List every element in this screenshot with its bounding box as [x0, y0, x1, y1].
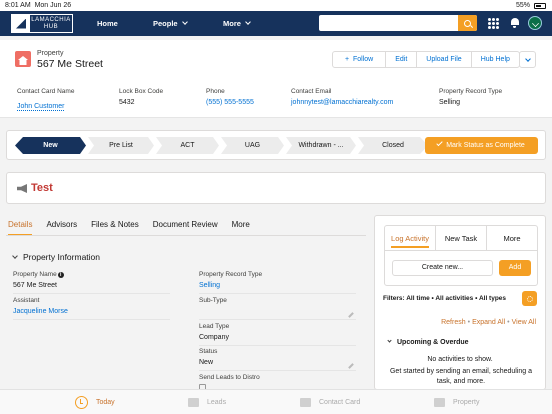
- add-button[interactable]: Add: [499, 260, 531, 276]
- record-actions: + Follow Edit Upload File Hub Help: [332, 51, 520, 68]
- view-all-link[interactable]: View All: [512, 319, 536, 326]
- activity-filters: Filters: All time • All activities • All…: [383, 295, 507, 302]
- edit-button[interactable]: Edit: [386, 52, 418, 67]
- chevron-down-icon: [12, 253, 18, 259]
- search-icon: [464, 19, 471, 27]
- ios-status-bar: 8:01 AM Mon Jun 26 55%: [0, 0, 552, 11]
- activity-tabs: Log Activity New Task More: [385, 226, 537, 251]
- avatar[interactable]: [528, 16, 542, 30]
- path-stage-pre-list[interactable]: Pre List: [88, 137, 154, 154]
- tab-log-activity[interactable]: Log Activity: [385, 226, 436, 250]
- status-time: 8:01 AM Mon Jun 26: [5, 2, 72, 9]
- follow-button[interactable]: + Follow: [333, 52, 387, 67]
- path-stages: New Pre List ACT UAG Withdrawn - ... Clo…: [15, 137, 430, 154]
- announcement-card: Test: [6, 172, 546, 204]
- gear-icon: [526, 295, 533, 302]
- email-link[interactable]: johnnytest@lamacchiarealty.com: [291, 99, 393, 106]
- path-stage-uag[interactable]: UAG: [221, 137, 284, 154]
- status-right: 55%: [516, 0, 546, 11]
- detail-property-name: Property Name i 567 Me Street: [13, 271, 170, 294]
- path-stage-closed[interactable]: Closed: [358, 137, 428, 154]
- tabs-divider: [6, 235, 366, 236]
- contact-card-icon: [300, 398, 311, 407]
- record-object-label: Property: [37, 50, 64, 57]
- chevron-down-icon: [181, 19, 188, 25]
- top-navbar: LAMACCHIA HUB Home People More: [0, 11, 552, 36]
- nav-item-home[interactable]: Home: [97, 11, 118, 36]
- pencil-icon[interactable]: [348, 363, 354, 369]
- checkmark-icon: [436, 139, 443, 147]
- empty-state-title: No activities to show.: [427, 356, 493, 363]
- announcement-title: Test: [31, 182, 53, 194]
- battery-percent: 55%: [515, 2, 530, 9]
- upload-file-button[interactable]: Upload File: [417, 52, 472, 67]
- tab-more[interactable]: More: [232, 220, 250, 236]
- field-contact-email: Contact Email johnnytest@lamacchiarealty…: [291, 88, 394, 106]
- app-launcher-icon[interactable]: [488, 18, 499, 29]
- path-stage-act[interactable]: ACT: [156, 137, 219, 154]
- bottom-nav-contact-card[interactable]: Contact Card: [300, 390, 360, 414]
- leads-icon: [188, 398, 199, 407]
- nav-item-more[interactable]: More: [223, 11, 251, 36]
- field-property-record-type: Property Record Type Selling: [439, 88, 503, 106]
- phone-link[interactable]: (555) 555-5555: [206, 99, 254, 106]
- record-tabs: Details Advisors Files & Notes Document …: [8, 220, 264, 236]
- bottom-nav-leads[interactable]: Leads: [188, 390, 226, 414]
- empty-state-body: Get started by sending an email, schedul…: [389, 368, 533, 385]
- clock-icon: [75, 396, 88, 409]
- tab-advisors[interactable]: Advisors: [46, 220, 77, 236]
- section-property-information[interactable]: Property Information: [12, 252, 100, 262]
- bottom-nav-property[interactable]: Property: [434, 390, 479, 414]
- tab-new-task[interactable]: New Task: [436, 226, 487, 250]
- detail-lead-type: Lead Type Company: [199, 323, 356, 346]
- detail-assistant: Assistant Jacqueline Morse: [13, 297, 170, 320]
- path-stage-new[interactable]: New: [15, 137, 86, 154]
- path-stage-withdrawn[interactable]: Withdrawn - ...: [286, 137, 356, 154]
- upcoming-overdue-header[interactable]: Upcoming & Overdue: [387, 338, 469, 346]
- activity-panel: Log Activity New Task More Create new...…: [374, 215, 546, 390]
- record-title: 567 Me Street: [37, 58, 103, 70]
- property-icon: [434, 398, 445, 407]
- detail-property-record-type: Property Record Type Selling: [199, 271, 356, 294]
- search-input[interactable]: [319, 15, 477, 31]
- info-icon[interactable]: i: [57, 272, 64, 278]
- tab-files-notes[interactable]: Files & Notes: [91, 220, 139, 236]
- logo-text: LAMACCHIA HUB: [31, 16, 71, 30]
- property-icon: [15, 51, 31, 67]
- refresh-link[interactable]: Refresh: [441, 319, 466, 326]
- chevron-down-icon: [245, 19, 251, 25]
- field-lock-box-code: Lock Box Code 5432: [119, 88, 164, 106]
- tab-document-review[interactable]: Document Review: [153, 220, 218, 236]
- create-new-input[interactable]: Create new...: [392, 260, 493, 276]
- activity-links: Refresh • Expand All • View All: [441, 319, 536, 326]
- megaphone-icon: [17, 184, 29, 194]
- detail-sub-type: Sub-Type: [199, 297, 356, 320]
- expand-all-link[interactable]: Expand All: [472, 319, 505, 326]
- logo-mark-icon: [12, 15, 30, 32]
- more-actions-button[interactable]: [519, 51, 536, 68]
- tab-activity-more[interactable]: More: [487, 226, 537, 250]
- record-header: Property 567 Me Street + Follow Edit Upl…: [0, 40, 552, 118]
- pencil-icon[interactable]: [348, 312, 354, 318]
- contact-card-link[interactable]: John Customer: [17, 103, 65, 111]
- bell-icon[interactable]: [510, 18, 519, 28]
- chevron-down-icon: [524, 55, 531, 62]
- detail-status: Status New: [199, 348, 356, 371]
- activity-composer: Log Activity New Task More Create new...…: [384, 225, 538, 286]
- search-button[interactable]: [458, 15, 477, 31]
- bottom-nav-today[interactable]: Today: [75, 390, 115, 414]
- app-logo[interactable]: LAMACCHIA HUB: [11, 14, 73, 33]
- assistant-link[interactable]: Jacqueline Morse: [13, 308, 170, 320]
- nav-item-people[interactable]: People: [153, 11, 188, 36]
- tab-details[interactable]: Details: [8, 220, 33, 236]
- mark-status-complete-button[interactable]: Mark Status as Complete: [425, 137, 538, 154]
- chevron-down-icon: [387, 338, 392, 343]
- battery-icon: [534, 2, 546, 9]
- field-phone: Phone (555) 555-5555: [206, 88, 254, 106]
- field-contact-card-name: Contact Card Name John Customer: [17, 88, 75, 111]
- bottom-nav: Today Leads Contact Card Property: [0, 389, 552, 414]
- hub-help-button[interactable]: Hub Help: [472, 52, 519, 67]
- status-path: New Pre List ACT UAG Withdrawn - ... Clo…: [6, 130, 546, 160]
- filter-settings-button[interactable]: [522, 291, 537, 306]
